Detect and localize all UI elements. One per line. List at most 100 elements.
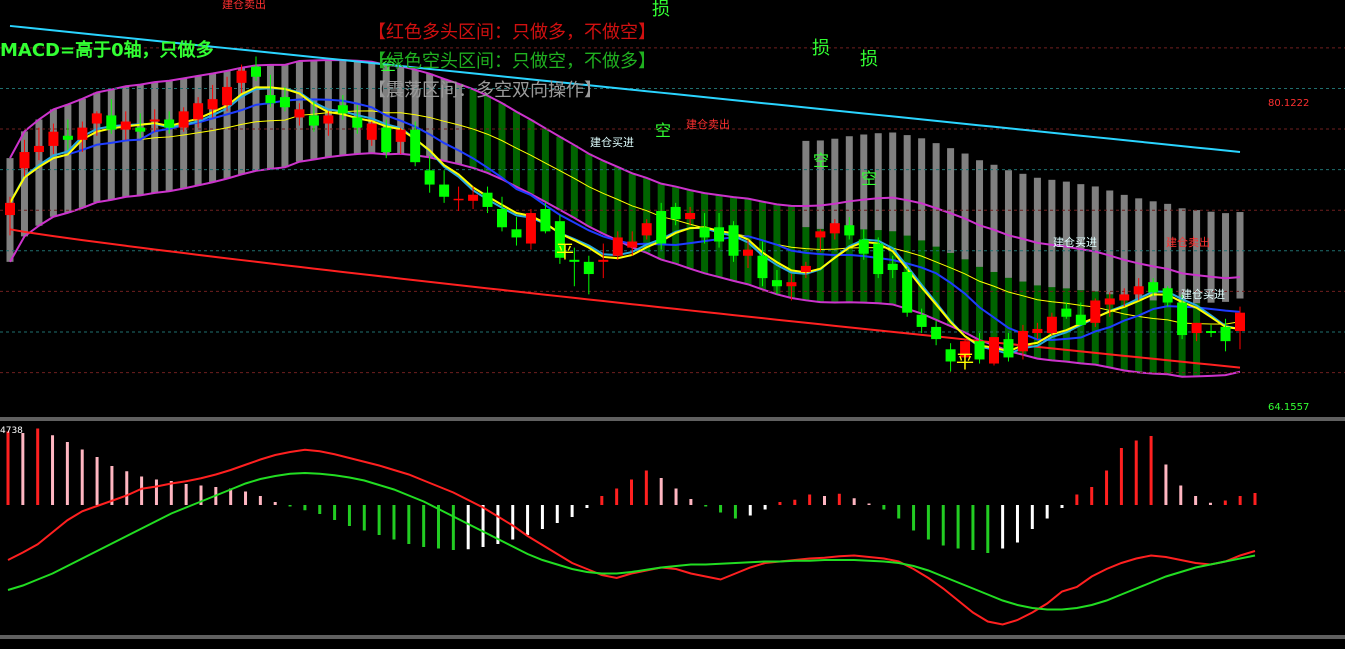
candle-body bbox=[641, 223, 652, 236]
candle-body bbox=[222, 86, 233, 106]
candle-body bbox=[699, 227, 710, 238]
band-bar bbox=[599, 160, 607, 234]
candle-body bbox=[743, 249, 753, 256]
candle-body bbox=[1032, 328, 1043, 334]
candle-body bbox=[424, 170, 435, 185]
red-zone-rule: 【红色多头区间：只做多，不做空】 bbox=[368, 22, 656, 43]
candle-body bbox=[1206, 330, 1217, 334]
candle-body bbox=[395, 129, 406, 142]
candle-body bbox=[525, 213, 536, 244]
candle-body bbox=[178, 111, 189, 128]
band-bar bbox=[1062, 181, 1070, 289]
candle-body bbox=[1133, 286, 1144, 295]
annotation-buy: 建仓买进 bbox=[1181, 287, 1225, 301]
ma-yellow bbox=[9, 86, 1241, 353]
candle-body bbox=[685, 213, 696, 220]
band-bar bbox=[932, 143, 940, 247]
candle-body bbox=[1061, 308, 1072, 317]
candle-body bbox=[989, 337, 999, 364]
macd-dif-line bbox=[7, 448, 1256, 626]
band-bar bbox=[541, 128, 549, 202]
candle-body bbox=[974, 341, 985, 360]
band-bar bbox=[1048, 179, 1056, 288]
candle-body bbox=[1148, 282, 1159, 293]
band-bar bbox=[570, 145, 578, 218]
candle-body bbox=[77, 127, 88, 140]
band-bar bbox=[585, 153, 593, 227]
candle-body bbox=[1046, 316, 1057, 334]
candle-body bbox=[511, 229, 522, 238]
candle-body bbox=[771, 280, 782, 287]
candle-body bbox=[19, 152, 30, 169]
candle-body bbox=[294, 109, 305, 118]
band-bar bbox=[180, 78, 188, 189]
candle-body bbox=[497, 208, 507, 228]
candle-body bbox=[1017, 330, 1028, 352]
candle-body bbox=[887, 263, 898, 270]
annotation-stop: 损 bbox=[652, 0, 670, 20]
macd-axis-label: 4738 bbox=[0, 426, 23, 436]
band-bar bbox=[1033, 177, 1041, 286]
band-bar bbox=[93, 92, 101, 203]
band-bar bbox=[643, 177, 651, 253]
annotation-sell: 建仓卖出 bbox=[686, 117, 730, 131]
candle-body bbox=[265, 95, 276, 104]
band-bar bbox=[252, 65, 260, 171]
candle-body bbox=[1090, 300, 1101, 323]
candle-body bbox=[164, 119, 175, 128]
ma-cyan bbox=[9, 87, 1241, 355]
annotation-stop: 损 bbox=[812, 38, 830, 59]
candle-body bbox=[1177, 302, 1188, 336]
candle-body bbox=[48, 131, 59, 146]
candle-body bbox=[873, 243, 884, 275]
candle-body bbox=[829, 223, 840, 234]
candle-body bbox=[931, 326, 942, 340]
candle-body bbox=[858, 239, 869, 254]
candle-body bbox=[381, 127, 392, 153]
candle-body bbox=[945, 349, 956, 362]
band-bar bbox=[1004, 170, 1012, 278]
green-zone-rule: 【绿色空头区间：只做空，不做多】 bbox=[368, 51, 656, 72]
annotation-buy: 建仓买进 bbox=[1053, 235, 1097, 249]
chart-canvas: 建仓卖出 损损损空空空空建仓买进建仓卖出平平建仓买进 建仓卖出建仓买进 80.122… bbox=[0, 0, 1345, 639]
band-bar bbox=[1106, 190, 1114, 295]
band-bar bbox=[78, 98, 86, 208]
candle-body bbox=[757, 255, 768, 279]
candle-body bbox=[1220, 326, 1231, 342]
candle-body bbox=[916, 314, 927, 327]
candle-body bbox=[120, 121, 131, 130]
candle-body bbox=[337, 105, 348, 114]
band-bar bbox=[556, 136, 564, 210]
candle-body bbox=[1104, 298, 1115, 305]
band-bar bbox=[1019, 173, 1027, 282]
annotation-short: 空 bbox=[655, 121, 671, 140]
band-bar bbox=[918, 138, 926, 241]
candle-body bbox=[366, 123, 377, 140]
band-bar bbox=[194, 75, 202, 186]
candle-body bbox=[1003, 339, 1014, 358]
band-bar bbox=[947, 148, 955, 253]
candle-body bbox=[612, 237, 623, 256]
candle-body bbox=[308, 115, 319, 126]
annotation-sell: 建仓卖出 bbox=[1166, 235, 1210, 249]
candle-body bbox=[902, 272, 913, 313]
candle-body bbox=[62, 135, 73, 140]
annotation-close: 平 bbox=[956, 352, 974, 373]
band-bar bbox=[845, 136, 853, 230]
band-bar bbox=[1236, 212, 1244, 299]
candle-body bbox=[106, 115, 117, 130]
band-bar bbox=[802, 140, 810, 228]
candle-body bbox=[786, 282, 797, 287]
candle-body bbox=[670, 206, 681, 220]
band-bar bbox=[614, 166, 622, 241]
band-bar bbox=[498, 103, 506, 180]
gray-zone-rule: 【震荡区间：多空双向操作】 bbox=[368, 80, 602, 101]
candle-body bbox=[236, 70, 247, 83]
candle-body bbox=[251, 66, 261, 77]
annotation-sell: 建仓卖出 bbox=[222, 0, 266, 11]
price-grid bbox=[0, 47, 1345, 639]
support-line bbox=[9, 228, 1241, 369]
candle-body bbox=[598, 259, 609, 262]
macd-rule-text: MACD=高于0轴，只做多 bbox=[0, 40, 214, 61]
annotation-close: 平 bbox=[556, 242, 574, 263]
